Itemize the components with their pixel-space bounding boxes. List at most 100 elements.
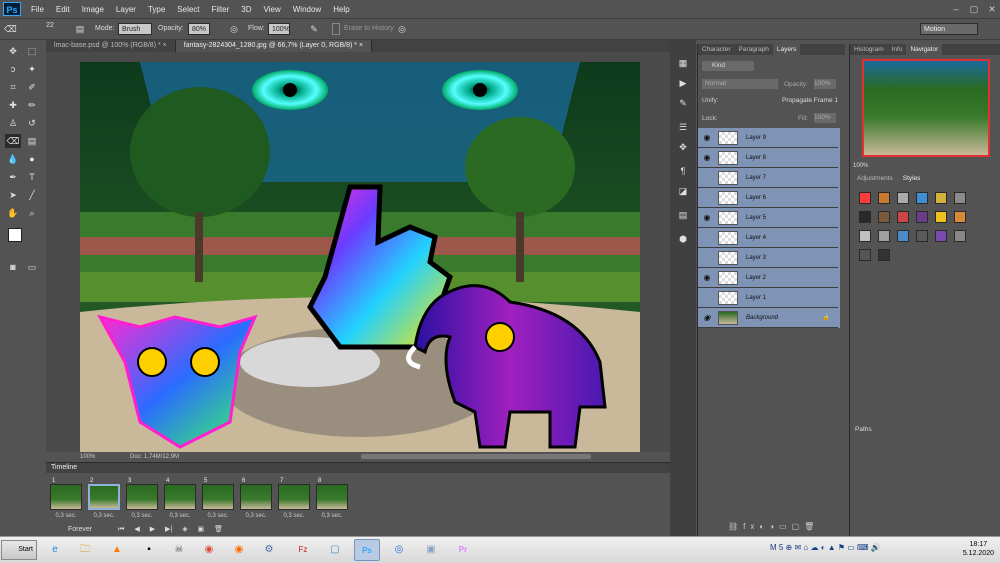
style-swatch[interactable] — [878, 230, 890, 242]
style-swatch[interactable] — [954, 192, 966, 204]
loop-select[interactable]: Forever — [68, 526, 92, 533]
tween-icon[interactable]: ◈ — [182, 526, 187, 533]
menu-file[interactable]: File — [25, 5, 50, 14]
next-frame-icon[interactable]: ▶| — [165, 526, 172, 533]
layer-row[interactable]: Layer 4 — [698, 228, 838, 248]
close-tab-icon[interactable]: × — [163, 42, 167, 49]
timeline-frame-7[interactable]: 7 0,3 sec. — [278, 478, 310, 524]
delete-frame-icon[interactable]: 🗑 — [214, 526, 223, 533]
foreground-color-swatch[interactable] — [8, 228, 22, 242]
move-tool-icon[interactable]: ✥ — [5, 44, 21, 58]
line-tool-icon[interactable]: ╱ — [24, 188, 40, 202]
timeline-frame-6[interactable]: 6 0,3 sec. — [240, 478, 272, 524]
history-panel-icon[interactable]: ▦ — [675, 56, 691, 70]
internet-explorer-icon[interactable]: e — [42, 539, 68, 561]
style-swatch[interactable] — [878, 211, 890, 223]
opacity-input[interactable]: 80% — [188, 23, 210, 35]
menu-view[interactable]: View — [258, 5, 287, 14]
menu-window[interactable]: Window — [287, 5, 327, 14]
brush-panel-icon[interactable]: ▤ — [74, 23, 86, 35]
properties-panel-icon[interactable]: ☰ — [675, 120, 691, 134]
file-explorer-icon[interactable]: 🗀 — [72, 539, 98, 561]
gradient-tool-icon[interactable]: ▤ — [24, 134, 40, 148]
3d-panel-icon[interactable]: ⬢ — [675, 232, 691, 246]
visibility-toggle[interactable] — [702, 193, 712, 203]
frame-duration[interactable]: 0,3 sec. — [126, 513, 158, 519]
timeline-frame-2[interactable]: 2 0,3 sec. — [88, 478, 120, 524]
layer-row-background[interactable]: ◉ Background 🔒 — [698, 308, 838, 328]
tray-icons[interactable]: M 5 ⊕ ✉ ⌂ ☁ ◐ ▲ ⚑ ▭ ⌨ 🔊 — [770, 543, 881, 552]
prev-frame-icon[interactable]: ◀ — [134, 526, 139, 533]
start-button[interactable]: Start — [1, 540, 37, 560]
close-tab-icon[interactable]: × — [359, 42, 363, 49]
eraser-tool-icon[interactable]: ⌫ — [5, 134, 21, 148]
tab-info[interactable]: Info — [888, 44, 907, 55]
pressure-size-icon[interactable]: ◎ — [396, 23, 408, 35]
style-swatch[interactable] — [935, 230, 947, 242]
maximize-button[interactable]: ▢ — [966, 3, 982, 15]
tab-layers[interactable]: Layers — [772, 44, 801, 55]
layers-footer-icons[interactable]: ⛓fx◐◑▭▢🗑 — [728, 522, 819, 531]
terminal-icon[interactable]: ▪ — [136, 539, 162, 561]
premiere-icon[interactable]: Pr — [450, 539, 476, 561]
clone-source-icon[interactable]: ✥ — [675, 140, 691, 154]
vlc-icon[interactable]: ▲ — [104, 539, 130, 561]
layer-opacity-input[interactable]: 100% — [814, 79, 836, 89]
visibility-eye-icon[interactable]: ◉ — [702, 153, 712, 163]
style-swatch[interactable] — [954, 211, 966, 223]
frame-duration[interactable]: 0,3 sec. — [88, 513, 120, 519]
style-swatch[interactable] — [916, 230, 928, 242]
zoom-status[interactable]: 100% — [80, 452, 95, 462]
healing-tool-icon[interactable]: ✚ — [5, 98, 21, 112]
menu-select[interactable]: Select — [171, 5, 205, 14]
zoom-tool-icon[interactable]: ⌕ — [24, 206, 40, 220]
brush-tool-icon[interactable]: ✏ — [24, 98, 40, 112]
visibility-eye-icon[interactable]: ◉ — [702, 273, 712, 283]
layer-row[interactable]: ◉ Layer 8 — [698, 148, 838, 168]
style-swatch[interactable] — [916, 211, 928, 223]
visibility-toggle[interactable] — [702, 173, 712, 183]
mode-select[interactable]: Brush — [118, 23, 152, 35]
style-swatch[interactable] — [897, 211, 909, 223]
layer-row[interactable]: Layer 3 — [698, 248, 838, 268]
workspace-select[interactable]: Motion — [920, 23, 978, 35]
layer-row[interactable]: Layer 1 — [698, 288, 838, 308]
fill-input[interactable]: 100% — [814, 113, 836, 123]
menu-layer[interactable]: Layer — [110, 5, 142, 14]
actions-panel-icon[interactable]: ▶ — [675, 76, 691, 90]
navigator-preview[interactable] — [862, 59, 990, 157]
magic-wand-icon[interactable]: ✦ — [24, 62, 40, 76]
first-frame-icon[interactable]: ⏮ — [118, 526, 124, 533]
tab-histogram[interactable]: Histogram — [850, 44, 888, 55]
menu-image[interactable]: Image — [76, 5, 110, 14]
duplicate-frame-icon[interactable]: ▣ — [198, 526, 205, 533]
style-swatch[interactable] — [859, 211, 871, 223]
visibility-eye-icon[interactable]: ◉ — [702, 213, 712, 223]
layer-row[interactable]: Layer 6 — [698, 188, 838, 208]
timeline-frame-1[interactable]: 1 0,3 sec. — [50, 478, 82, 524]
path-select-icon[interactable]: ➤ — [5, 188, 21, 202]
crop-tool-icon[interactable]: ⌗ — [5, 80, 21, 94]
style-swatch[interactable] — [859, 230, 871, 242]
horizontal-scrollbar[interactable] — [361, 454, 591, 459]
visibility-toggle[interactable] — [702, 293, 712, 303]
tab-adjustments[interactable]: Adjustments — [853, 175, 897, 182]
stamp-tool-icon[interactable]: ♙ — [5, 116, 21, 130]
menu-3d[interactable]: 3D — [235, 5, 257, 14]
layer-row[interactable]: ◉ Layer 2 — [698, 268, 838, 288]
timeline-frame-5[interactable]: 5 0,3 sec. — [202, 478, 234, 524]
style-swatch[interactable] — [935, 211, 947, 223]
frame-duration[interactable]: 0,3 sec. — [164, 513, 196, 519]
tab-lmac-base[interactable]: lmac-base.psd @ 100% (RGB/8) * × — [46, 40, 176, 52]
visibility-toggle[interactable] — [702, 233, 712, 243]
style-swatch[interactable] — [916, 192, 928, 204]
notes-panel-icon[interactable]: ▤ — [675, 208, 691, 222]
quick-mask-icon[interactable]: ◙ — [5, 260, 21, 274]
brush-size-value[interactable]: 22 — [44, 20, 56, 32]
filezilla-icon[interactable]: Fz — [290, 539, 316, 561]
clock[interactable]: 18:17 5.12.2020 — [963, 540, 994, 558]
flow-input[interactable]: 100% — [268, 23, 290, 35]
blend-mode-select[interactable]: Normal — [702, 79, 778, 89]
dodge-tool-icon[interactable]: ● — [24, 152, 40, 166]
window-app-icon[interactable]: ▢ — [322, 539, 348, 561]
